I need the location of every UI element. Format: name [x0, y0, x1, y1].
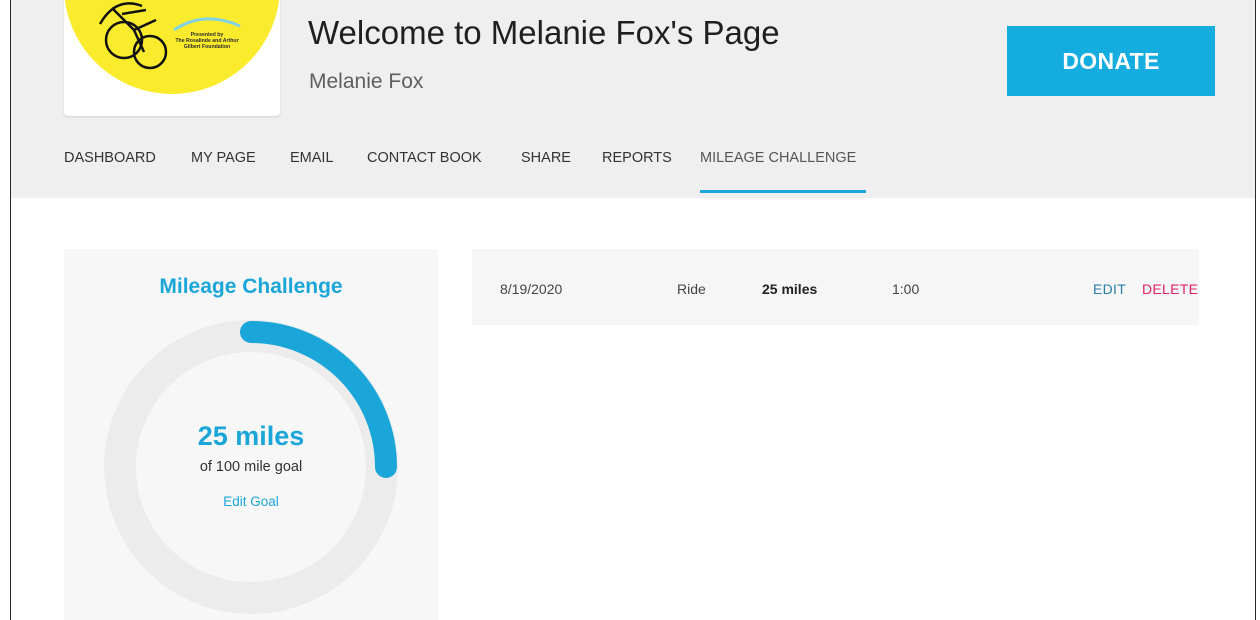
nav-my-page[interactable]: MY PAGE — [191, 148, 256, 194]
donate-button[interactable]: DONATE — [1007, 26, 1215, 96]
activity-duration: 1:00 — [892, 281, 920, 297]
page-frame: Presented by The Rosalinde and Arthur Gi… — [10, 0, 1256, 620]
page-title: Welcome to Melanie Fox's Page — [308, 14, 780, 51]
activity-date: 8/19/2020 — [500, 281, 563, 297]
activity-log-row: 8/19/2020 Ride 25 miles 1:00 EDIT DELETE — [472, 249, 1199, 325]
activity-distance: 25 miles — [762, 281, 818, 297]
bicycle-logo-icon: Presented by The Rosalinde and Arthur Gi… — [64, 0, 280, 94]
nav-share[interactable]: SHARE — [521, 148, 571, 194]
logo-text-3: Gilbert Foundation — [184, 44, 230, 50]
mile-goal-text: of 100 mile goal — [199, 459, 303, 475]
edit-goal-link[interactable]: Edit Goal — [64, 494, 438, 509]
nav-email[interactable]: EMAIL — [290, 148, 334, 194]
miles-completed: 25 miles — [197, 421, 305, 451]
nav-reports[interactable]: REPORTS — [602, 148, 672, 194]
nav-mileage-challenge[interactable]: MILEAGE CHALLENGE — [700, 148, 856, 194]
event-logo-card: Presented by The Rosalinde and Arthur Gi… — [64, 0, 280, 116]
main-nav: DASHBOARD MY PAGE EMAIL CONTACT BOOK SHA… — [11, 148, 1255, 198]
logo-circle — [64, 0, 280, 94]
mileage-challenge-card: Mileage Challenge 25 miles of 100 mile g… — [64, 249, 438, 620]
delete-activity-link[interactable]: DELETE — [1142, 281, 1198, 297]
participant-name: Melanie Fox — [309, 70, 424, 93]
edit-activity-link[interactable]: EDIT — [1093, 281, 1126, 297]
activity-type: Ride — [677, 281, 706, 297]
nav-contact-book[interactable]: CONTACT BOOK — [367, 148, 482, 194]
page-header: Presented by The Rosalinde and Arthur Gi… — [11, 0, 1255, 198]
nav-dashboard[interactable]: DASHBOARD — [64, 148, 156, 194]
active-tab-indicator — [700, 190, 866, 193]
